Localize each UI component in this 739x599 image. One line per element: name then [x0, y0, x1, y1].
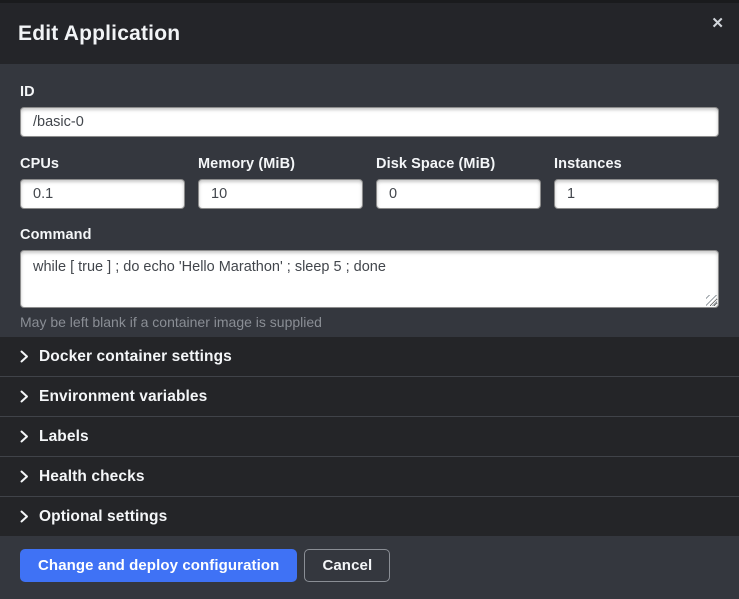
modal-header: Edit Application ✕ [0, 3, 739, 64]
cpus-input[interactable] [20, 179, 185, 209]
field-command: Command while [ true ] ; do echo 'Hello … [20, 227, 719, 330]
section-label: Docker container settings [39, 348, 232, 366]
page-title: Edit Application [18, 22, 180, 46]
chevron-right-icon [20, 470, 29, 483]
section-docker-container-settings[interactable]: Docker container settings [0, 337, 739, 376]
command-label: Command [20, 227, 719, 244]
collapsible-sections: Docker container settings Environment va… [0, 337, 739, 536]
field-disk-space: Disk Space (MiB) [376, 156, 541, 209]
field-id: ID [20, 84, 719, 137]
field-memory: Memory (MiB) [198, 156, 363, 209]
section-labels[interactable]: Labels [0, 416, 739, 456]
chevron-right-icon [20, 510, 29, 523]
id-label: ID [20, 84, 719, 101]
disk-space-label: Disk Space (MiB) [376, 156, 541, 173]
section-optional-settings[interactable]: Optional settings [0, 496, 739, 536]
modal-footer: Change and deploy configuration Cancel [0, 536, 739, 599]
section-environment-variables[interactable]: Environment variables [0, 376, 739, 416]
resources-row: CPUs Memory (MiB) Disk Space (MiB) Insta… [20, 156, 719, 209]
application-form: ID CPUs Memory (MiB) Disk Space (MiB) In… [0, 64, 739, 337]
command-input[interactable]: while [ true ] ; do echo 'Hello Marathon… [20, 250, 719, 308]
memory-label: Memory (MiB) [198, 156, 363, 173]
edit-application-modal: Edit Application ✕ ID CPUs Memory (MiB) … [0, 0, 739, 599]
instances-label: Instances [554, 156, 719, 173]
chevron-right-icon [20, 430, 29, 443]
change-and-deploy-button[interactable]: Change and deploy configuration [20, 549, 297, 582]
chevron-right-icon [20, 390, 29, 403]
id-input[interactable] [20, 107, 719, 137]
section-health-checks[interactable]: Health checks [0, 456, 739, 496]
memory-input[interactable] [198, 179, 363, 209]
section-label: Optional settings [39, 508, 167, 526]
close-icon[interactable]: ✕ [711, 16, 724, 31]
section-label: Health checks [39, 468, 145, 486]
field-cpus: CPUs [20, 156, 185, 209]
cancel-button[interactable]: Cancel [304, 549, 390, 582]
cpus-label: CPUs [20, 156, 185, 173]
instances-input[interactable] [554, 179, 719, 209]
chevron-right-icon [20, 350, 29, 363]
field-instances: Instances [554, 156, 719, 209]
section-label: Environment variables [39, 388, 207, 406]
command-helper-text: May be left blank if a container image i… [20, 314, 719, 330]
section-label: Labels [39, 428, 89, 446]
disk-space-input[interactable] [376, 179, 541, 209]
